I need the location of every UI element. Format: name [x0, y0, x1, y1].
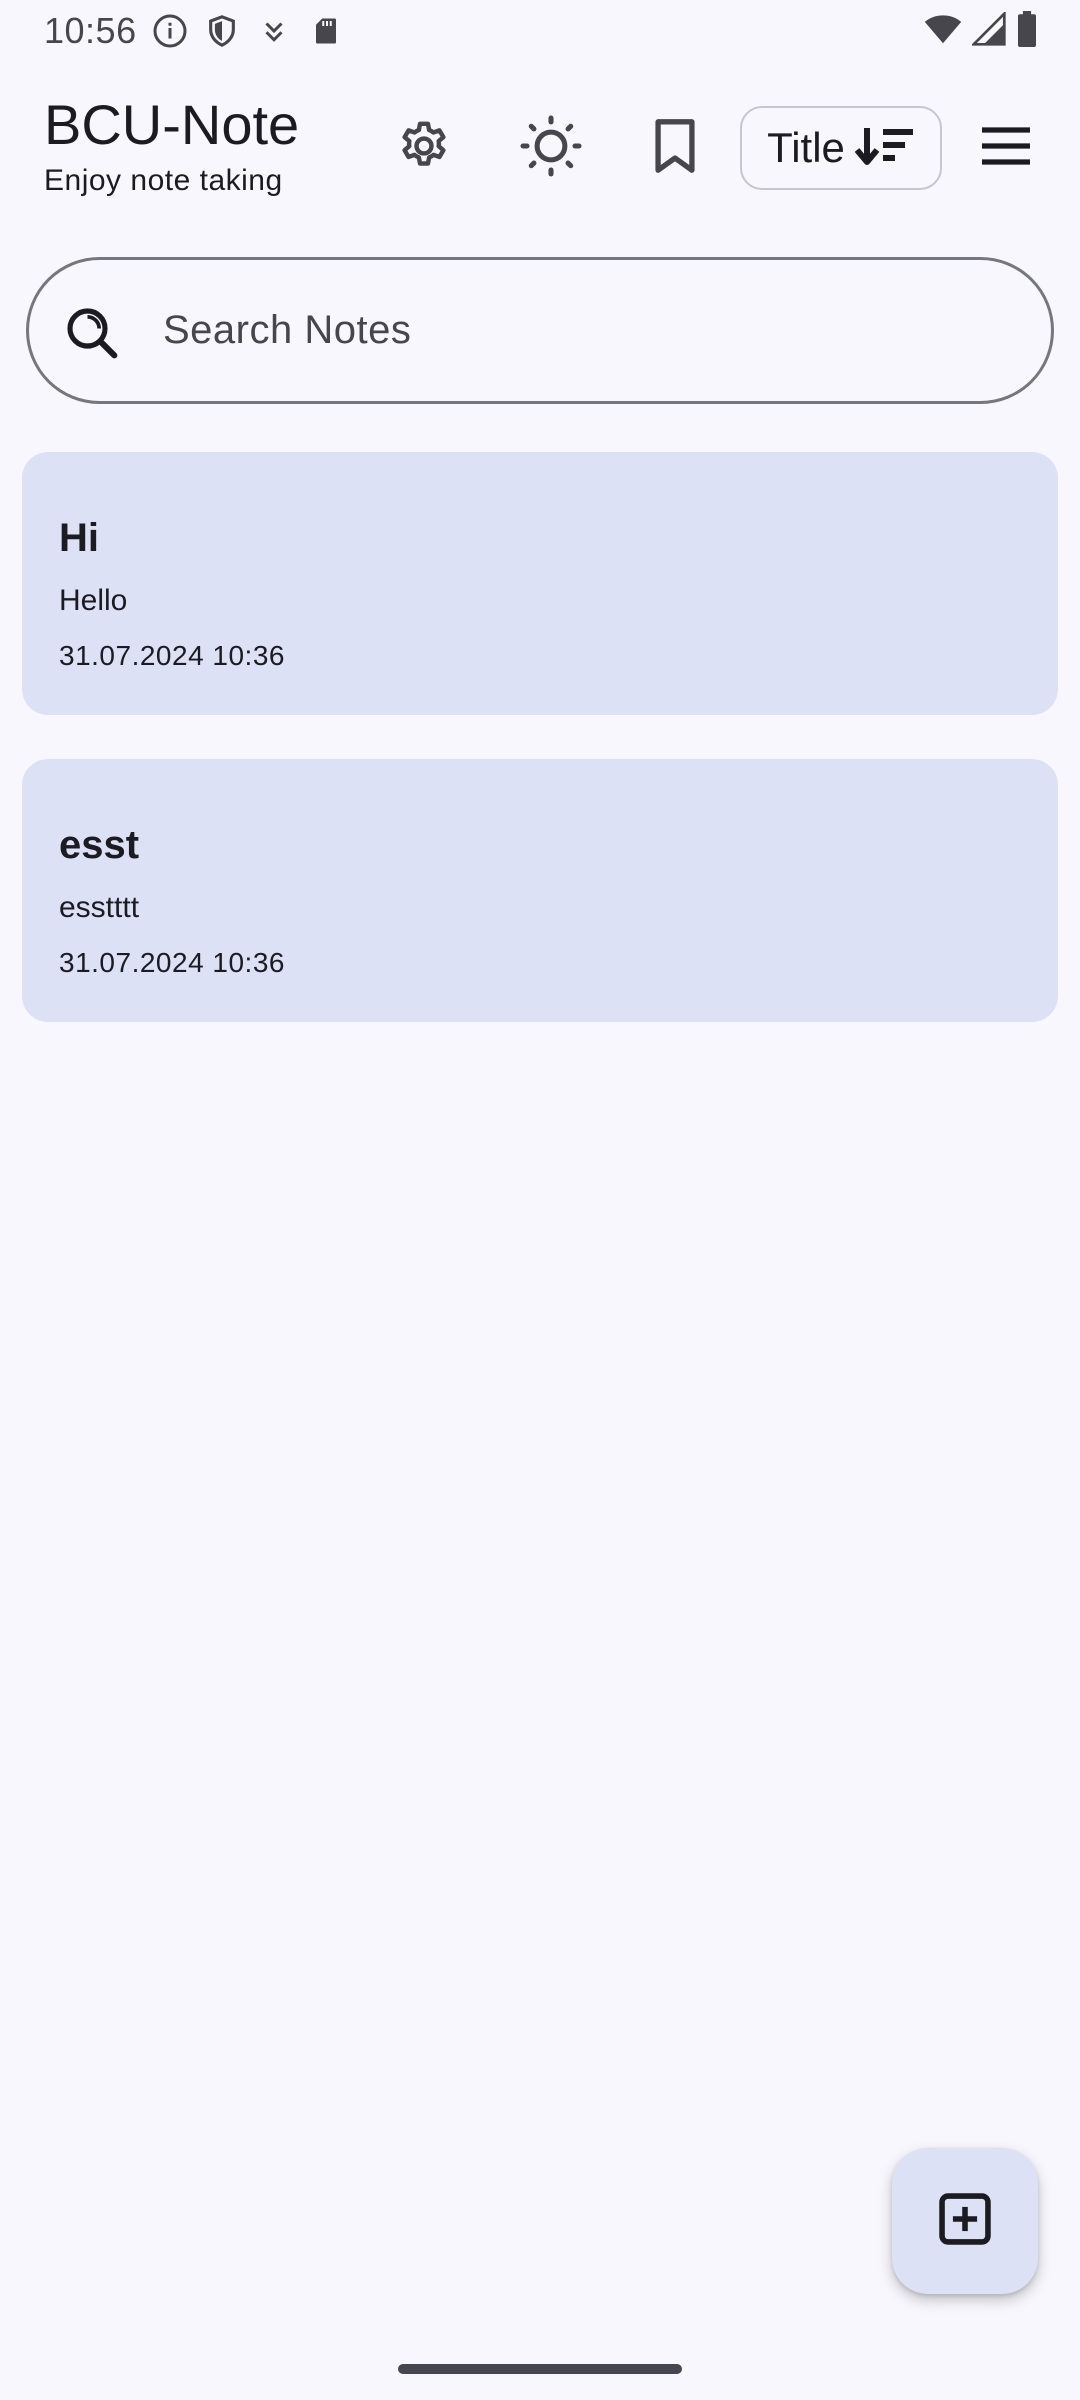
note-card[interactable]: Hi Hello 31.07.2024 10:36: [22, 452, 1058, 715]
add-note-icon: [936, 2190, 994, 2253]
search-bar[interactable]: [26, 257, 1054, 404]
bookmark-button[interactable]: [635, 108, 715, 188]
settings-button[interactable]: [384, 108, 464, 188]
sort-descending-icon: [854, 126, 915, 171]
status-left: 10:56: [44, 10, 345, 52]
gesture-navigation-bar[interactable]: [398, 2364, 682, 2374]
sort-label: Title: [767, 124, 845, 171]
theme-toggle-button[interactable]: [511, 108, 591, 188]
menu-button[interactable]: [966, 108, 1046, 188]
screen: 10:56 BCU-Note Enjoy note taking Title S…: [0, 0, 1080, 2400]
sd-card-icon: [307, 12, 345, 50]
wifi-icon: [924, 12, 962, 51]
status-right: [924, 9, 1038, 52]
note-body: esstttt: [59, 891, 140, 924]
shield-icon: [203, 12, 241, 50]
hamburger-menu-icon: [980, 125, 1032, 172]
info-icon: [151, 12, 189, 50]
app-title: BCU-Note: [44, 93, 300, 156]
add-note-button[interactable]: [892, 2148, 1038, 2294]
note-body: Hello: [59, 584, 128, 617]
settings-icon: [396, 118, 452, 179]
battery-icon: [1016, 10, 1038, 52]
note-date: 31.07.2024 10:36: [59, 640, 285, 671]
note-card[interactable]: esst esstttt 31.07.2024 10:36: [22, 759, 1058, 1022]
brightness-icon: [519, 114, 583, 183]
note-title: Hi: [59, 516, 99, 560]
search-icon: [63, 304, 119, 360]
search-input[interactable]: [163, 290, 1023, 370]
bookmark-icon: [649, 117, 701, 180]
status-bar: 10:56: [0, 0, 1080, 62]
app-subtitle: Enjoy note taking: [44, 164, 283, 197]
app-bar: BCU-Note Enjoy note taking Title: [0, 78, 1080, 218]
note-title: esst: [59, 823, 140, 867]
signal-icon: [970, 9, 1006, 51]
download-icon: [255, 12, 293, 50]
status-time: 10:56: [44, 10, 137, 51]
note-date: 31.07.2024 10:36: [59, 947, 285, 978]
sort-button[interactable]: Title: [740, 106, 942, 190]
